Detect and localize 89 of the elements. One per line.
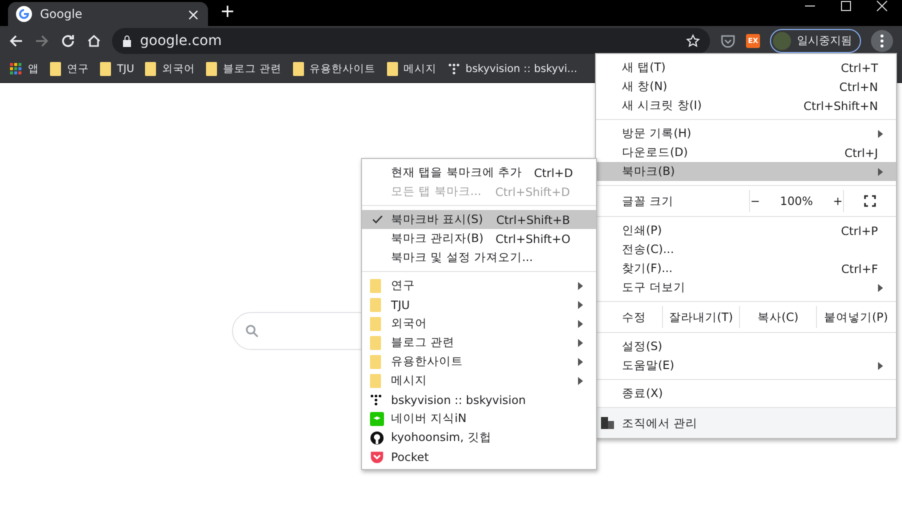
edit-button[interactable]: 붙여넣기(P) — [824, 310, 888, 324]
folder-icon — [370, 336, 381, 350]
folder-icon — [370, 298, 381, 312]
new-tab-button[interactable]: + — [220, 1, 236, 22]
submenu-arrow-icon — [578, 376, 583, 384]
bookmark-menu-item[interactable]: 북마크 관리자(B) Ctrl+Shift+O — [362, 229, 596, 248]
bookmark-menu-item[interactable]: 네이버 지식iN — [362, 409, 596, 428]
menu-item[interactable]: 도구 더보기 — [596, 278, 896, 297]
bookmark-menu-item[interactable]: Pocket — [362, 447, 596, 466]
folder-icon — [370, 374, 381, 388]
menu-item[interactable]: 새 창(N) Ctrl+N — [596, 77, 896, 96]
google-logo-icon — [16, 6, 32, 22]
naver-icon — [370, 412, 384, 426]
folder-icon — [370, 354, 381, 368]
menu-label: 글꼴 크기 — [622, 194, 674, 208]
menu-item[interactable]: 전송(C)... — [596, 240, 896, 259]
bookmark-item[interactable]: TJU — [100, 62, 134, 76]
pocket-icon — [720, 32, 736, 48]
lock-icon — [122, 34, 132, 46]
menu-item[interactable]: 종료(X) — [596, 384, 896, 403]
managed-banner[interactable]: 조직에서 관리 — [596, 408, 896, 438]
dots-icon — [370, 394, 382, 406]
reload-icon — [60, 32, 76, 48]
bookmark-menu-item[interactable]: bskyvision :: bskyvision — [362, 390, 596, 409]
bookmark-menu-item[interactable]: 유용한사이트 — [362, 352, 596, 371]
menu-item[interactable]: 인쇄(P) Ctrl+P — [596, 221, 896, 240]
menu-button[interactable] — [871, 30, 894, 52]
building-icon — [601, 417, 614, 429]
address-bar[interactable]: google.com — [112, 28, 710, 54]
edit-button[interactable]: 잘라내기(T) — [669, 310, 733, 324]
folder-icon — [370, 278, 381, 292]
home-icon — [86, 32, 102, 48]
bookmark-menu-item[interactable]: 북마크 및 설정 가져오기... — [362, 248, 596, 267]
menu-item[interactable]: 새 탭(T) Ctrl+T — [596, 58, 896, 77]
bookmark-menu-item[interactable]: kyohoonsim, 깃헙 — [362, 428, 596, 447]
bookmark-menu-item[interactable]: 북마크바 표시(S) Ctrl+Shift+B — [362, 210, 596, 229]
browser-tab[interactable]: Google × — [8, 2, 208, 26]
submenu-arrow-icon — [578, 358, 583, 366]
folder-icon — [292, 62, 304, 76]
tab-close-button[interactable]: × — [186, 4, 200, 24]
zoom-in-button[interactable]: + — [832, 194, 843, 208]
github-icon — [370, 430, 384, 444]
menu-label: 수정 — [622, 310, 646, 324]
bookmark-item[interactable]: 블로그 관련 — [206, 62, 282, 76]
search-icon — [245, 324, 259, 338]
bookmark-menu-item[interactable]: 현재 탭을 북마크에 추가 Ctrl+D — [362, 163, 596, 182]
menu-item[interactable]: 북마크(B) — [596, 162, 896, 181]
tab-title: Google — [40, 7, 84, 21]
bookmark-item[interactable]: 유용한사이트 — [292, 62, 376, 76]
menu-item[interactable]: 다운로드(D) Ctrl+J — [596, 143, 896, 162]
bookmark-item[interactable]: 앱 — [10, 62, 39, 76]
menu-item[interactable]: 찾기(F)... Ctrl+F — [596, 259, 896, 278]
folder-icon — [145, 62, 156, 76]
bookmark-menu-item[interactable]: 연구 — [362, 276, 596, 295]
managed-text: 조직에서 관리 — [622, 416, 698, 430]
bookmark-item[interactable]: bskyvision :: bskyvi... — [448, 62, 578, 74]
menu-item[interactable]: 새 시크릿 창(I) Ctrl+Shift+N — [596, 96, 896, 115]
star-icon — [686, 34, 700, 48]
maximize-icon — [840, 0, 852, 12]
menu-item[interactable]: 방문 기록(H) — [596, 124, 896, 143]
folder-icon — [386, 62, 398, 76]
fullscreen-icon[interactable] — [864, 195, 876, 207]
zoom-level: 100% — [780, 194, 813, 208]
zoom-out-button[interactable]: − — [750, 194, 760, 208]
submenu-arrow-icon — [578, 320, 583, 328]
dots-icon — [448, 62, 460, 74]
close-icon — [876, 0, 888, 12]
bookmark-menu-item[interactable]: 메시지 — [362, 371, 596, 390]
folder-icon — [50, 62, 61, 76]
menu-item[interactable]: 설정(S) — [596, 337, 896, 356]
bookmark-menu-item[interactable]: 블로그 관련 — [362, 333, 596, 352]
submenu-arrow-icon — [578, 300, 583, 308]
menu-icon — [880, 34, 884, 48]
pocket-icon — [370, 450, 384, 464]
edit-button[interactable]: 복사(C) — [757, 310, 798, 324]
folder-icon — [370, 316, 381, 330]
submenu-arrow-icon — [578, 282, 583, 290]
folder-icon — [100, 62, 111, 76]
bookmark-item[interactable]: 외국어 — [145, 62, 196, 76]
url-text: google.com — [140, 32, 223, 48]
submenu-arrow-icon — [578, 338, 583, 346]
apps-icon — [10, 62, 22, 74]
bookmark-item[interactable]: 메시지 — [386, 62, 437, 76]
bookmark-item[interactable]: 연구 — [50, 62, 89, 76]
bookmark-menu-item[interactable]: TJU — [362, 295, 596, 314]
menu-item[interactable]: 도움말(E) — [596, 356, 896, 375]
folder-icon — [206, 62, 218, 76]
profile-button[interactable]: 일시중지됨 — [770, 28, 862, 52]
bookmark-menu-item[interactable]: 외국어 — [362, 314, 596, 333]
